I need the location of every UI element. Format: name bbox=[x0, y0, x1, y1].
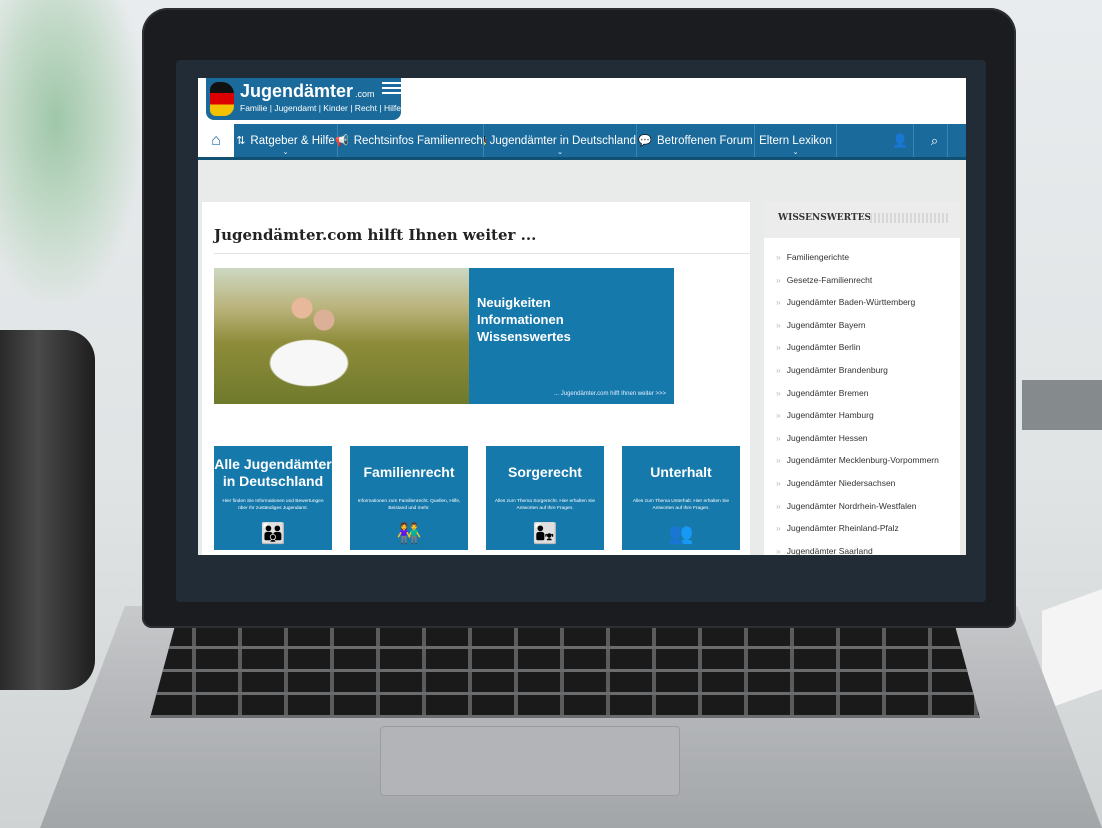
nav-item-ratgeber[interactable]: ⇅ Ratgeber & Hilfe ⌄ bbox=[234, 124, 338, 157]
sidebar-item[interactable]: Jugendämter Mecklenburg-Vorpommern bbox=[776, 455, 939, 478]
chevron-down-icon: ⌄ bbox=[792, 149, 799, 156]
main-navigation: ⌂ ⇅ Ratgeber & Hilfe ⌄ 📢 Rechtsinfos Fam… bbox=[198, 124, 966, 160]
background-mug bbox=[0, 330, 95, 690]
sidebar-item[interactable]: Jugendämter Bayern bbox=[776, 320, 939, 343]
sidebar-title: WISSENSWERTES bbox=[778, 213, 872, 223]
family-icon: 👪 bbox=[260, 523, 286, 545]
logo-title: Jugendämter .com bbox=[240, 81, 375, 101]
tile-title: Alle Jugendämter in Deutschland bbox=[214, 456, 332, 489]
sidebar-item[interactable]: Jugendämter Hamburg bbox=[776, 410, 939, 433]
tile-description: Alles zum Thema Sorgerecht. Hier erhalte… bbox=[494, 499, 596, 511]
main-content: Jugendämter.com hilft Ihnen weiter ... N… bbox=[202, 202, 750, 555]
nav-item-lexikon[interactable]: Eltern Lexikon ⌄ bbox=[755, 124, 837, 157]
sort-icon: ⇅ bbox=[236, 135, 246, 147]
chat-icon: 💬 bbox=[638, 135, 652, 147]
tile-sorgerecht[interactable]: Sorgerecht Alles zum Thema Sorgerecht. H… bbox=[486, 446, 604, 550]
sidebar-item[interactable]: Jugendämter Saarland bbox=[776, 546, 939, 555]
menu-icon[interactable] bbox=[382, 82, 402, 94]
sidebar-item[interactable]: Gesetze-Familienrecht bbox=[776, 275, 939, 298]
tile-alle-jugendaemter[interactable]: Alle Jugendämter in Deutschland Hier fin… bbox=[214, 446, 332, 550]
germany-map-icon bbox=[210, 82, 234, 116]
sidebar-item[interactable]: Jugendämter Niedersachsen bbox=[776, 478, 939, 501]
sidebar-decoration bbox=[870, 213, 950, 223]
sidebar-item[interactable]: Jugendämter Hessen bbox=[776, 433, 939, 456]
family-photo bbox=[214, 268, 469, 404]
site-logo[interactable]: Jugendämter .com Familie | Jugendamt | Ki… bbox=[206, 78, 402, 120]
divider bbox=[214, 253, 750, 254]
tile-description: Informationen zum Familienrecht. Quellen… bbox=[357, 499, 461, 511]
sidebar-item[interactable]: Jugendämter Bremen bbox=[776, 388, 939, 411]
laptop-keyboard bbox=[150, 626, 980, 718]
sidebar: WISSENSWERTES Familiengerichte Gesetze-F… bbox=[764, 202, 960, 555]
sidebar-item[interactable]: Familiengerichte bbox=[776, 252, 939, 275]
sidebar-header: WISSENSWERTES bbox=[764, 202, 960, 238]
nav-item-rechtsinfos[interactable]: 📢 Rechtsinfos Familienrecht bbox=[335, 124, 486, 157]
background-paper bbox=[1042, 589, 1102, 711]
sidebar-item[interactable]: Jugendämter Baden-Württemberg bbox=[776, 297, 939, 320]
sidebar-item[interactable]: Jugendämter Nordrhein-Westfalen bbox=[776, 501, 939, 524]
nav-item-jugendaemter[interactable]: Jugendämter in Deutschland ⌄ bbox=[484, 124, 637, 157]
people-icon: 👫 bbox=[396, 523, 422, 545]
tile-unterhalt[interactable]: Unterhalt Alles zum Thema Unterhalt. Hie… bbox=[622, 446, 740, 550]
logo-subtitle: Familie | Jugendamt | Kinder | Recht | H… bbox=[240, 103, 401, 113]
search-icon[interactable]: ⌕ bbox=[922, 124, 948, 157]
tile-title: Sorgerecht bbox=[508, 464, 582, 480]
sidebar-item[interactable]: Jugendämter Brandenburg bbox=[776, 365, 939, 388]
laptop-trackpad bbox=[380, 726, 680, 796]
sidebar-item[interactable]: Jugendämter Berlin bbox=[776, 342, 939, 365]
laptop-screen: Jugendämter .com Familie | Jugendamt | Ki… bbox=[198, 78, 966, 555]
banner-link[interactable]: ... Jugendämter.com hilft Ihnen weiter >… bbox=[554, 391, 666, 397]
site-header: Jugendämter .com Familie | Jugendamt | Ki… bbox=[198, 78, 966, 124]
tile-title: Familienrecht bbox=[363, 464, 455, 480]
background-plant bbox=[0, 0, 140, 300]
chevron-down-icon: ⌄ bbox=[282, 149, 289, 156]
tile-description: Hier finden Sie Informationen und Bewert… bbox=[222, 499, 324, 511]
megaphone-icon: 📢 bbox=[335, 135, 349, 147]
tile-familienrecht[interactable]: Familienrecht Informationen zum Familien… bbox=[350, 446, 468, 550]
page-title: Jugendämter.com hilft Ihnen weiter ... bbox=[214, 226, 537, 244]
background-shelf bbox=[1022, 380, 1102, 430]
hero-banner[interactable]: Neuigkeiten Informationen Wissenswertes … bbox=[214, 268, 674, 404]
tile-title: Unterhalt bbox=[650, 464, 712, 480]
user-icon[interactable]: 👤 bbox=[888, 124, 914, 157]
german-flag-icon bbox=[484, 136, 485, 145]
sidebar-item[interactable]: Jugendämter Rheinland-Pfalz bbox=[776, 523, 939, 546]
home-icon[interactable]: ⌂ bbox=[198, 124, 234, 157]
table-people-icon: 👥 bbox=[668, 523, 694, 545]
banner-text: Neuigkeiten Informationen Wissenswertes bbox=[477, 295, 571, 344]
nav-item-forum[interactable]: 💬 Betroffenen Forum bbox=[637, 124, 755, 157]
parent-child-icon: 👨‍👧 bbox=[532, 523, 558, 545]
chevron-down-icon: ⌄ bbox=[557, 149, 563, 156]
sidebar-list: Familiengerichte Gesetze-Familienrecht J… bbox=[776, 252, 939, 555]
tile-description: Alles zum Thema Unterhalt. Hier erhalten… bbox=[632, 499, 730, 511]
